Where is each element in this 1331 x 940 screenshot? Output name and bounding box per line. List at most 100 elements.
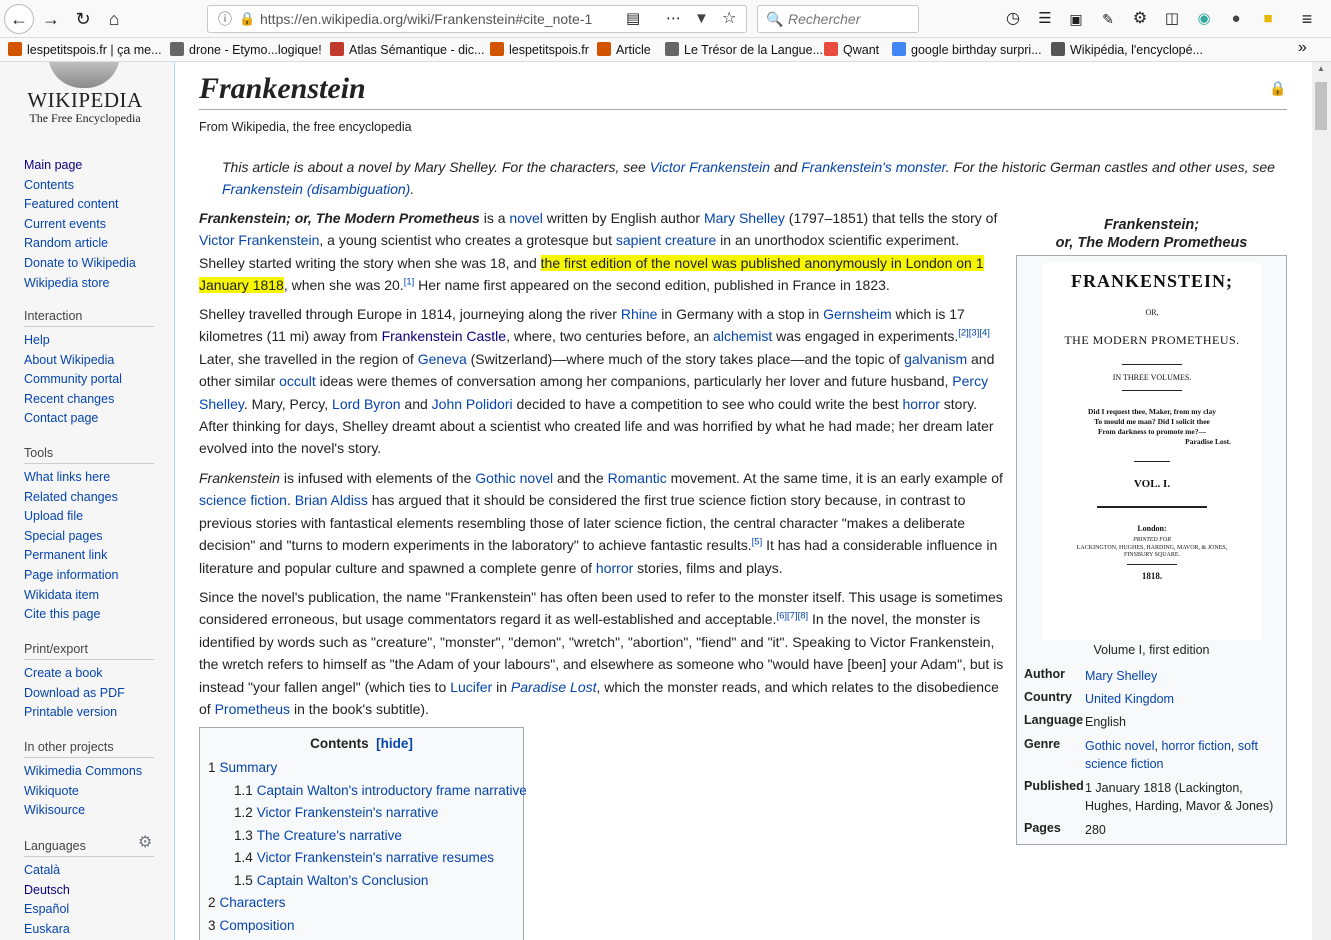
citation-ref[interactable]: [1] xyxy=(404,277,415,288)
link-frankenstein-castle[interactable]: Frankenstein Castle xyxy=(382,328,507,344)
sidebar-link[interactable]: Permanent link xyxy=(24,546,164,566)
sidebar-link[interactable]: Current events xyxy=(24,215,164,235)
toc-item[interactable]: 1.1 Captain Walton's introductory frame n… xyxy=(208,780,527,803)
toc-item[interactable]: 1.4 Victor Frankenstein's narrative resum… xyxy=(208,847,515,870)
wikipedia-logo[interactable]: WIKIPEDIA The Free Encyclopedia xyxy=(20,62,150,126)
bookmark-item[interactable]: Wikipédia, l'encyclopé... xyxy=(1051,42,1203,57)
sidebar-link[interactable]: Page information xyxy=(24,566,164,586)
sidebar-link[interactable]: Main page xyxy=(24,156,164,176)
menu-icon[interactable]: ≡ xyxy=(1294,6,1320,32)
bookmark-item[interactable]: lespetitspois.fr | ça me... xyxy=(8,42,162,57)
screenshot-icon[interactable]: ▣ xyxy=(1063,6,1089,32)
bookmark-item[interactable]: drone - Etymo...logique! xyxy=(170,42,322,57)
bookmark-item[interactable]: Le Trésor de la Langue... xyxy=(665,42,823,57)
toc-item[interactable]: 2 Characters xyxy=(208,892,515,915)
info-icon[interactable]: ⓘ xyxy=(218,6,232,32)
scrollbar[interactable]: ▲ xyxy=(1312,62,1331,940)
sidebar-link[interactable]: Donate to Wikipedia xyxy=(24,254,164,274)
sidebar-link[interactable]: Wikisource xyxy=(24,801,164,821)
link-frankensteins-monster[interactable]: Frankenstein's monster xyxy=(801,159,946,175)
extension-pen-icon[interactable]: ✎ xyxy=(1095,6,1121,32)
link-romantic[interactable]: Romantic xyxy=(608,470,667,486)
link-rhine[interactable]: Rhine xyxy=(621,306,658,322)
back-button[interactable]: ← xyxy=(4,4,34,34)
sidebar-link[interactable]: Related changes xyxy=(24,488,164,508)
link-country[interactable]: United Kingdom xyxy=(1085,690,1280,708)
link-novel[interactable]: novel xyxy=(509,210,542,226)
link-galvanism[interactable]: galvanism xyxy=(904,351,967,367)
url-bar[interactable]: ⓘ 🔒 https://en.wikipedia.org/wiki/Franke… xyxy=(207,5,747,33)
home-button[interactable]: ⌂ xyxy=(101,6,127,32)
scrollbar-thumb[interactable] xyxy=(1315,82,1327,130)
link-horror-fiction[interactable]: horror fiction xyxy=(1161,739,1230,753)
sidebar-link[interactable]: About Wikipedia xyxy=(24,351,164,371)
sidebar-link[interactable]: Wikiquote xyxy=(24,782,164,802)
toc-link[interactable]: Composition xyxy=(220,918,295,933)
bookmark-star-icon[interactable]: ☆ xyxy=(722,6,736,32)
history-icon[interactable]: ◷ xyxy=(1000,6,1026,32)
toc-link[interactable]: Captain Walton's Conclusion xyxy=(257,873,429,888)
link-mary-shelley[interactable]: Mary Shelley xyxy=(704,210,785,226)
link-brian-aldiss[interactable]: Brian Aldiss xyxy=(295,492,368,508)
sidebar-link[interactable]: Cite this page xyxy=(24,605,164,625)
toc-item[interactable]: 1.2 Victor Frankenstein's narrative xyxy=(208,802,515,825)
sidebar-link[interactable]: Printable version xyxy=(24,703,164,723)
link-gothic-novel[interactable]: Gothic novel xyxy=(1085,739,1154,753)
link-horror[interactable]: horror xyxy=(596,560,633,576)
sidebar-link[interactable]: Featured content xyxy=(24,195,164,215)
link-prometheus[interactable]: Prometheus xyxy=(215,701,290,717)
sidebar-link[interactable]: Español xyxy=(24,900,164,920)
sidebar-link[interactable]: Recent changes xyxy=(24,390,164,410)
sidebar-link[interactable]: Help xyxy=(24,331,164,351)
sidebar-link[interactable]: Euskara xyxy=(24,920,164,940)
link-gothic-novel[interactable]: Gothic novel xyxy=(475,470,553,486)
sidebar-link[interactable]: Community portal xyxy=(24,370,164,390)
sidebar-link[interactable]: What links here xyxy=(24,468,164,488)
extension-duo-icon[interactable]: ● xyxy=(1223,6,1249,32)
bookmark-item[interactable]: Qwant xyxy=(824,42,879,57)
toc-item[interactable]: 1 Summary xyxy=(208,757,515,780)
citation-ref[interactable]: [5] xyxy=(752,537,763,548)
reader-view-icon[interactable]: ▤ xyxy=(626,6,640,32)
search-input[interactable]: 🔍 Rechercher xyxy=(757,5,919,33)
sidebar-toggle-icon[interactable]: ◫ xyxy=(1159,6,1185,32)
bookmark-item[interactable]: Atlas Sémantique - dic... xyxy=(330,42,484,57)
bookmark-item[interactable]: Article xyxy=(597,42,651,57)
sidebar-link[interactable]: Download as PDF xyxy=(24,684,164,704)
bookmark-item[interactable]: lespetitspois.fr xyxy=(490,42,589,57)
link-science-fiction[interactable]: science fiction xyxy=(199,492,287,508)
toc-link[interactable]: Summary xyxy=(220,760,278,775)
sidebar-link[interactable]: Random article xyxy=(24,234,164,254)
link-horror[interactable]: horror xyxy=(903,396,940,412)
toc-item[interactable]: 3 Composition xyxy=(208,915,515,938)
link-paradise-lost[interactable]: Paradise Lost xyxy=(511,679,597,695)
link-john-polidori[interactable]: John Polidori xyxy=(432,396,513,412)
citation-ref[interactable]: [2][3][4] xyxy=(958,328,990,339)
link-lucifer[interactable]: Lucifer xyxy=(450,679,492,695)
toc-item[interactable]: 1.5 Captain Walton's Conclusion xyxy=(208,870,515,893)
link-geneva[interactable]: Geneva xyxy=(418,351,467,367)
padlock-icon[interactable]: 🔒 xyxy=(1269,80,1286,97)
library-icon[interactable]: ☰ xyxy=(1032,6,1058,32)
link-victor-frankenstein[interactable]: Victor Frankenstein xyxy=(650,159,770,175)
toc-link[interactable]: Victor Frankenstein's narrative xyxy=(257,805,439,820)
link-alchemist[interactable]: alchemist xyxy=(713,328,772,344)
link-lord-byron[interactable]: Lord Byron xyxy=(332,396,400,412)
pocket-icon[interactable]: ▼ xyxy=(694,6,709,32)
extension-globe-icon[interactable]: ◉ xyxy=(1191,6,1217,32)
settings-gear-icon[interactable]: ⚙ xyxy=(1127,6,1153,32)
link-gernsheim[interactable]: Gernsheim xyxy=(823,306,891,322)
link-disambiguation[interactable]: Frankenstein (disambiguation) xyxy=(222,181,410,197)
link-occult[interactable]: occult xyxy=(279,373,316,389)
url-text[interactable]: https://en.wikipedia.org/wiki/Frankenste… xyxy=(260,6,600,32)
sidebar-link[interactable]: Create a book xyxy=(24,664,164,684)
more-actions-icon[interactable]: ⋯ xyxy=(666,6,681,32)
citation-ref[interactable]: [6][7][8] xyxy=(776,611,808,622)
sidebar-link[interactable]: Wikipedia store xyxy=(24,274,164,294)
sidebar-link[interactable]: Upload file xyxy=(24,507,164,527)
bookmarks-overflow-icon[interactable]: » xyxy=(1298,39,1307,57)
toc-item[interactable]: 1.3 The Creature's narrative xyxy=(208,825,515,848)
toc-hide-toggle[interactable]: [hide] xyxy=(376,736,413,751)
toc-link[interactable]: The Creature's narrative xyxy=(257,828,402,843)
toc-link[interactable]: Characters xyxy=(220,895,286,910)
